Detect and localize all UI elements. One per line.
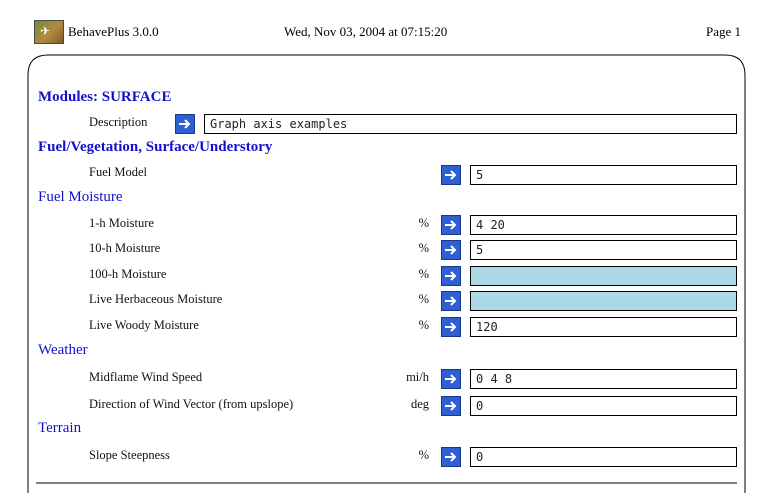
arrow-right-icon xyxy=(445,271,457,281)
app-title: BehavePlus 3.0.0 xyxy=(68,24,159,39)
moist-1h-arrow-button[interactable] xyxy=(441,215,461,235)
moist-woody-arrow-button[interactable] xyxy=(441,317,461,337)
modules-title: Modules: SURFACE xyxy=(38,89,172,105)
moist-100h-arrow-button[interactable] xyxy=(441,266,461,286)
slope-field[interactable]: 0 xyxy=(470,447,737,467)
section-fuel-vegetation: Fuel/Vegetation, Surface/Understory xyxy=(38,139,273,155)
section-terrain: Terrain xyxy=(38,420,82,436)
slope-arrow-button[interactable] xyxy=(441,447,461,467)
description-arrow-button[interactable] xyxy=(175,114,195,134)
behaveplus-logo-icon: ✈ xyxy=(34,20,64,44)
moist-herb-unit: % xyxy=(418,292,429,306)
page-number: Page 1 xyxy=(705,24,741,39)
arrow-right-icon xyxy=(445,245,457,255)
wind-speed-field[interactable]: 0 4 8 xyxy=(470,369,737,389)
wind-dir-unit: deg xyxy=(410,397,429,411)
moist-10h-arrow-button[interactable] xyxy=(441,240,461,260)
moist-100h-label: 100-h Moisture xyxy=(89,267,167,281)
fuel-model-label: Fuel Model xyxy=(89,165,147,179)
fuel-model-arrow-button[interactable] xyxy=(441,165,461,185)
moist-woody-unit: % xyxy=(418,318,429,332)
arrow-right-icon xyxy=(445,170,457,180)
arrow-right-icon xyxy=(445,296,457,306)
wind-speed-label: Midflame Wind Speed xyxy=(89,370,203,384)
moist-100h-field[interactable] xyxy=(470,266,737,286)
moist-herb-label: Live Herbaceous Moisture xyxy=(89,292,223,306)
slope-unit: % xyxy=(418,448,429,462)
report-header: ✈ BehavePlus 3.0.0 Wed, Nov 03, 2004 at … xyxy=(34,20,741,46)
moist-woody-label: Live Woody Moisture xyxy=(89,318,199,332)
report-datetime: Wed, Nov 03, 2004 at 07:15:20 xyxy=(284,24,448,39)
moist-herb-arrow-button[interactable] xyxy=(441,291,461,311)
fuel-model-field[interactable]: 5 xyxy=(470,165,737,185)
description-label: Description xyxy=(89,115,148,129)
moist-100h-unit: % xyxy=(418,267,429,281)
wind-dir-arrow-button[interactable] xyxy=(441,396,461,416)
description-field[interactable]: Graph axis examples xyxy=(204,114,737,134)
moist-1h-label: 1-h Moisture xyxy=(89,216,154,230)
moist-1h-unit: % xyxy=(418,216,429,230)
moist-woody-field[interactable]: 120 xyxy=(470,317,737,337)
section-fuel-moisture: Fuel Moisture xyxy=(38,189,123,205)
arrow-right-icon xyxy=(445,452,457,462)
wind-dir-label: Direction of Wind Vector (from upslope) xyxy=(89,397,294,411)
moist-10h-field[interactable]: 5 xyxy=(470,240,737,260)
moist-1h-field[interactable]: 4 20 xyxy=(470,215,737,235)
wind-speed-unit: mi/h xyxy=(406,370,429,384)
arrow-right-icon xyxy=(445,374,457,384)
section-weather: Weather xyxy=(38,342,88,358)
wind-speed-arrow-button[interactable] xyxy=(441,369,461,389)
moist-10h-unit: % xyxy=(418,241,429,255)
arrow-right-icon xyxy=(179,119,191,129)
slope-label: Slope Steepness xyxy=(89,448,170,462)
arrow-right-icon xyxy=(445,401,457,411)
arrow-right-icon xyxy=(445,322,457,332)
moist-herb-field[interactable] xyxy=(470,291,737,311)
moist-10h-label: 10-h Moisture xyxy=(89,241,161,255)
wind-dir-field[interactable]: 0 xyxy=(470,396,737,416)
arrow-right-icon xyxy=(445,220,457,230)
